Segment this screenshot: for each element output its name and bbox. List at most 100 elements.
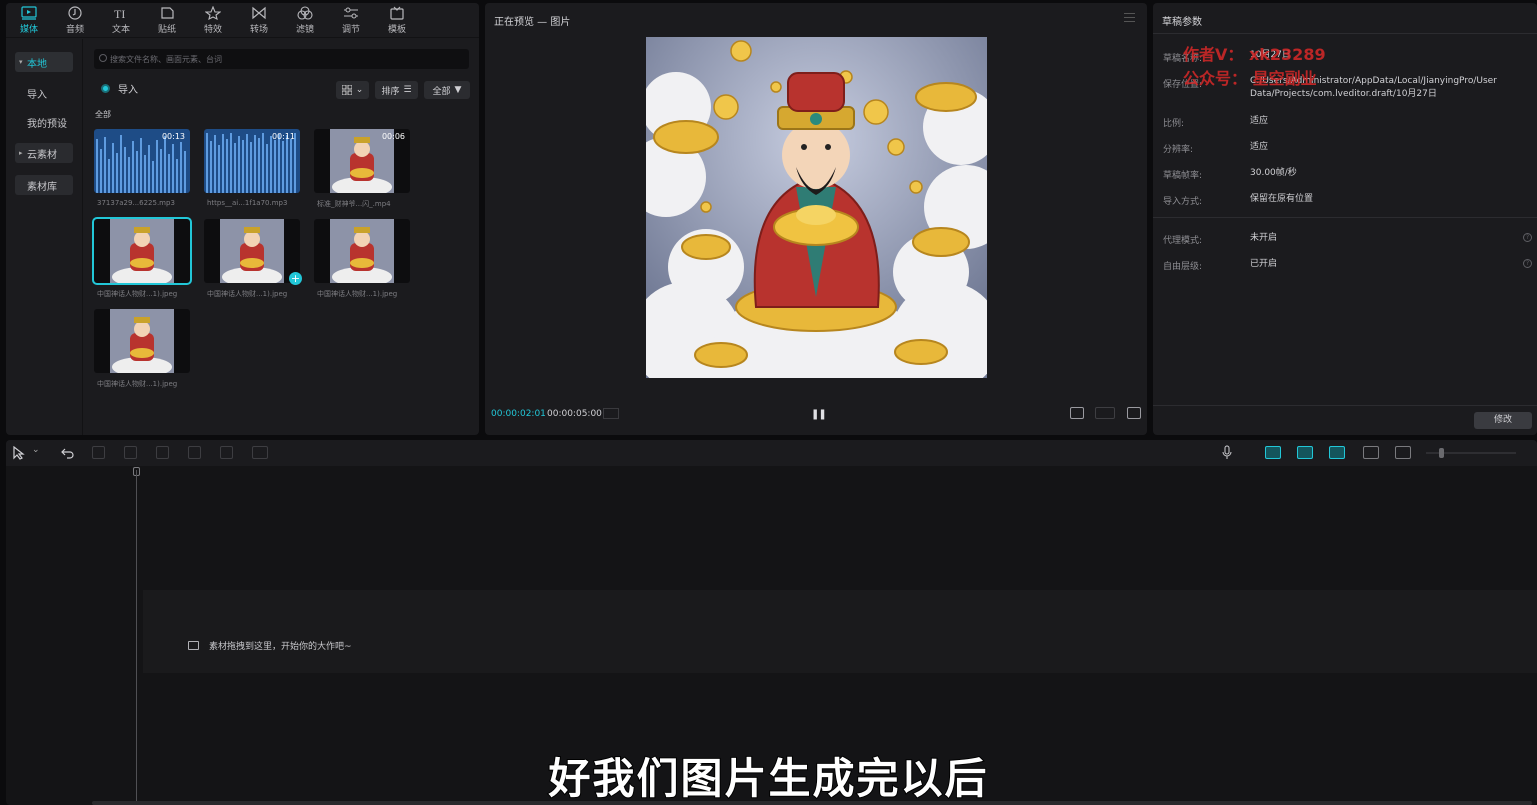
- media-item-name: 中国神话人物财...1).jpeg: [97, 290, 178, 298]
- tab-transition[interactable]: 转场: [236, 3, 282, 38]
- drop-hint-text: 素材拖拽到这里，开始你的大作吧~: [209, 642, 352, 652]
- god-of-wealth-image: [646, 37, 987, 378]
- text-icon: TI: [114, 7, 125, 20]
- svg-text:TI: TI: [114, 7, 125, 20]
- chevron-down-icon[interactable]: ⌄: [32, 445, 40, 455]
- sort-button[interactable]: 排序 ☰: [375, 81, 418, 99]
- current-time: 00:00:02:01: [491, 409, 546, 419]
- split-icon[interactable]: [124, 446, 137, 459]
- select-cursor-icon[interactable]: [13, 446, 25, 460]
- total-time: 00:00:05:00: [547, 409, 602, 419]
- god-of-wealth-thumbnail: [330, 219, 394, 283]
- auto-snap-icon[interactable]: [1297, 446, 1313, 459]
- media-item-audio-1[interactable]: 00:13: [94, 129, 190, 193]
- tab-label: 贴纸: [157, 25, 176, 35]
- sidebar-item-label: 素材库: [27, 181, 57, 193]
- tab-adjust[interactable]: 调节: [328, 3, 374, 38]
- split-right-icon[interactable]: [188, 446, 201, 459]
- main-track-drop-zone[interactable]: 素材拖拽到这里，开始你的大作吧~: [143, 590, 1537, 673]
- sidebar-item-library[interactable]: 素材库: [15, 175, 73, 195]
- tab-effects[interactable]: 特效: [190, 3, 236, 38]
- ratio-value: 适应: [1250, 116, 1269, 126]
- preview-canvas[interactable]: [646, 37, 987, 378]
- template-icon: [390, 6, 404, 20]
- sidebar-item-import[interactable]: 导入: [15, 83, 73, 103]
- free-layer-value: 已开启: [1250, 259, 1278, 269]
- linkage-icon[interactable]: [1329, 446, 1345, 459]
- add-to-timeline-icon[interactable]: +: [289, 272, 302, 285]
- caret-right-icon: ▸: [19, 149, 23, 157]
- microphone-icon[interactable]: [1222, 445, 1232, 460]
- duration-badge: 00:11: [271, 132, 295, 141]
- tab-template[interactable]: 模板: [374, 3, 420, 38]
- draft-props-panel: 草稿参数 草稿名称: 10月27日 保存位置: C:/Users/Adminis…: [1153, 3, 1537, 435]
- media-item-name: https__ai...1f1a70.mp3: [207, 199, 288, 207]
- search-input[interactable]: 搜索文件名称、画面元素、台词: [94, 49, 469, 69]
- sidebar-item-label: 导入: [27, 89, 47, 101]
- sort-icon: ☰: [403, 85, 412, 95]
- sidebar-item-label: 本地: [27, 58, 47, 70]
- media-item-video[interactable]: 00:06: [314, 129, 410, 193]
- sort-label: 排序: [381, 86, 400, 97]
- media-item-name: 中国神话人物财...1).jpeg: [207, 290, 288, 298]
- tab-sticker[interactable]: 贴纸: [144, 3, 190, 38]
- timecode-mode-icon[interactable]: [603, 408, 619, 419]
- tab-media[interactable]: 媒体: [6, 3, 52, 38]
- edit-button[interactable]: 修改: [1474, 412, 1532, 429]
- media-item-audio-2[interactable]: 00:11: [204, 129, 300, 193]
- media-icon: [21, 6, 37, 20]
- duration-badge: 00:06: [381, 132, 405, 141]
- sidebar-item-local[interactable]: ▾ 本地: [15, 52, 73, 72]
- audio-icon: [68, 6, 82, 20]
- timeline-zoom-fit-icon[interactable]: [1395, 446, 1411, 459]
- tab-text[interactable]: TI 文本: [98, 3, 144, 38]
- media-item-name: 37137a29...6225.mp3: [97, 199, 175, 207]
- delete-icon[interactable]: [220, 446, 233, 459]
- pause-button[interactable]: ❚❚: [811, 409, 827, 420]
- sidebar-item-label: 我的预设: [27, 118, 67, 130]
- sticker-icon: [161, 7, 174, 19]
- preview-axis-icon[interactable]: [1363, 446, 1379, 459]
- main-track-magnet-icon[interactable]: [1265, 446, 1281, 459]
- filter-button[interactable]: 全部 ▼: [424, 81, 470, 99]
- media-item-image-selected[interactable]: [92, 217, 192, 285]
- crop-icon[interactable]: [252, 446, 268, 459]
- prop-label: 自由层级:: [1163, 262, 1203, 272]
- preview-title: 正在预览 — 图片: [494, 17, 571, 28]
- chevron-down-icon: ⌄: [355, 85, 364, 95]
- media-item-image[interactable]: [94, 309, 190, 373]
- sidebar-item-cloud[interactable]: ▸ 云素材: [15, 143, 73, 163]
- proxy-mode-value: 未开启: [1250, 233, 1278, 243]
- info-icon[interactable]: ?: [1523, 233, 1532, 242]
- ratio-icon[interactable]: [1095, 407, 1115, 419]
- sidebar-item-presets[interactable]: 我的预设: [15, 112, 73, 132]
- media-item-image[interactable]: [314, 219, 410, 283]
- film-icon: [188, 641, 199, 650]
- info-icon[interactable]: ?: [1523, 259, 1532, 268]
- view-mode-button[interactable]: ⌄: [336, 81, 369, 99]
- filter-icon: [297, 6, 313, 20]
- tab-label: 文本: [111, 25, 130, 35]
- app-window: 媒体 音频 TI 文本 贴纸 特效 转场 滤镜 调节 模板 ▾ 本地 导入 我的…: [0, 0, 1537, 805]
- tab-filter[interactable]: 滤镜: [282, 3, 328, 38]
- drop-hint: 素材拖拽到这里，开始你的大作吧~: [188, 639, 352, 652]
- fit-view-icon[interactable]: [1070, 407, 1084, 419]
- zoom-slider-handle[interactable]: [1439, 448, 1444, 458]
- preview-panel: 正在预览 — 图片 00:00:02:01 00:00:05:00 ❚❚: [485, 3, 1147, 435]
- tab-label: 音频: [65, 25, 84, 35]
- split-left-icon[interactable]: [156, 446, 169, 459]
- import-icon: [101, 84, 110, 93]
- redo-icon[interactable]: [92, 446, 105, 459]
- grid-icon: [341, 85, 352, 95]
- sidebar-item-label: 云素材: [27, 149, 57, 161]
- section-label: 全部: [95, 110, 111, 119]
- prop-label: 导入方式:: [1163, 197, 1203, 207]
- import-button[interactable]: 导入: [101, 81, 138, 96]
- framerate-value: 30.00帧/秒: [1250, 168, 1297, 178]
- media-item-image[interactable]: +: [204, 219, 302, 287]
- tab-audio[interactable]: 音频: [52, 3, 98, 38]
- undo-icon[interactable]: [61, 446, 74, 459]
- menu-icon[interactable]: [1124, 13, 1135, 22]
- media-item-name: 中国神话人物财...1).jpeg: [317, 290, 398, 298]
- fullscreen-icon[interactable]: [1127, 407, 1141, 419]
